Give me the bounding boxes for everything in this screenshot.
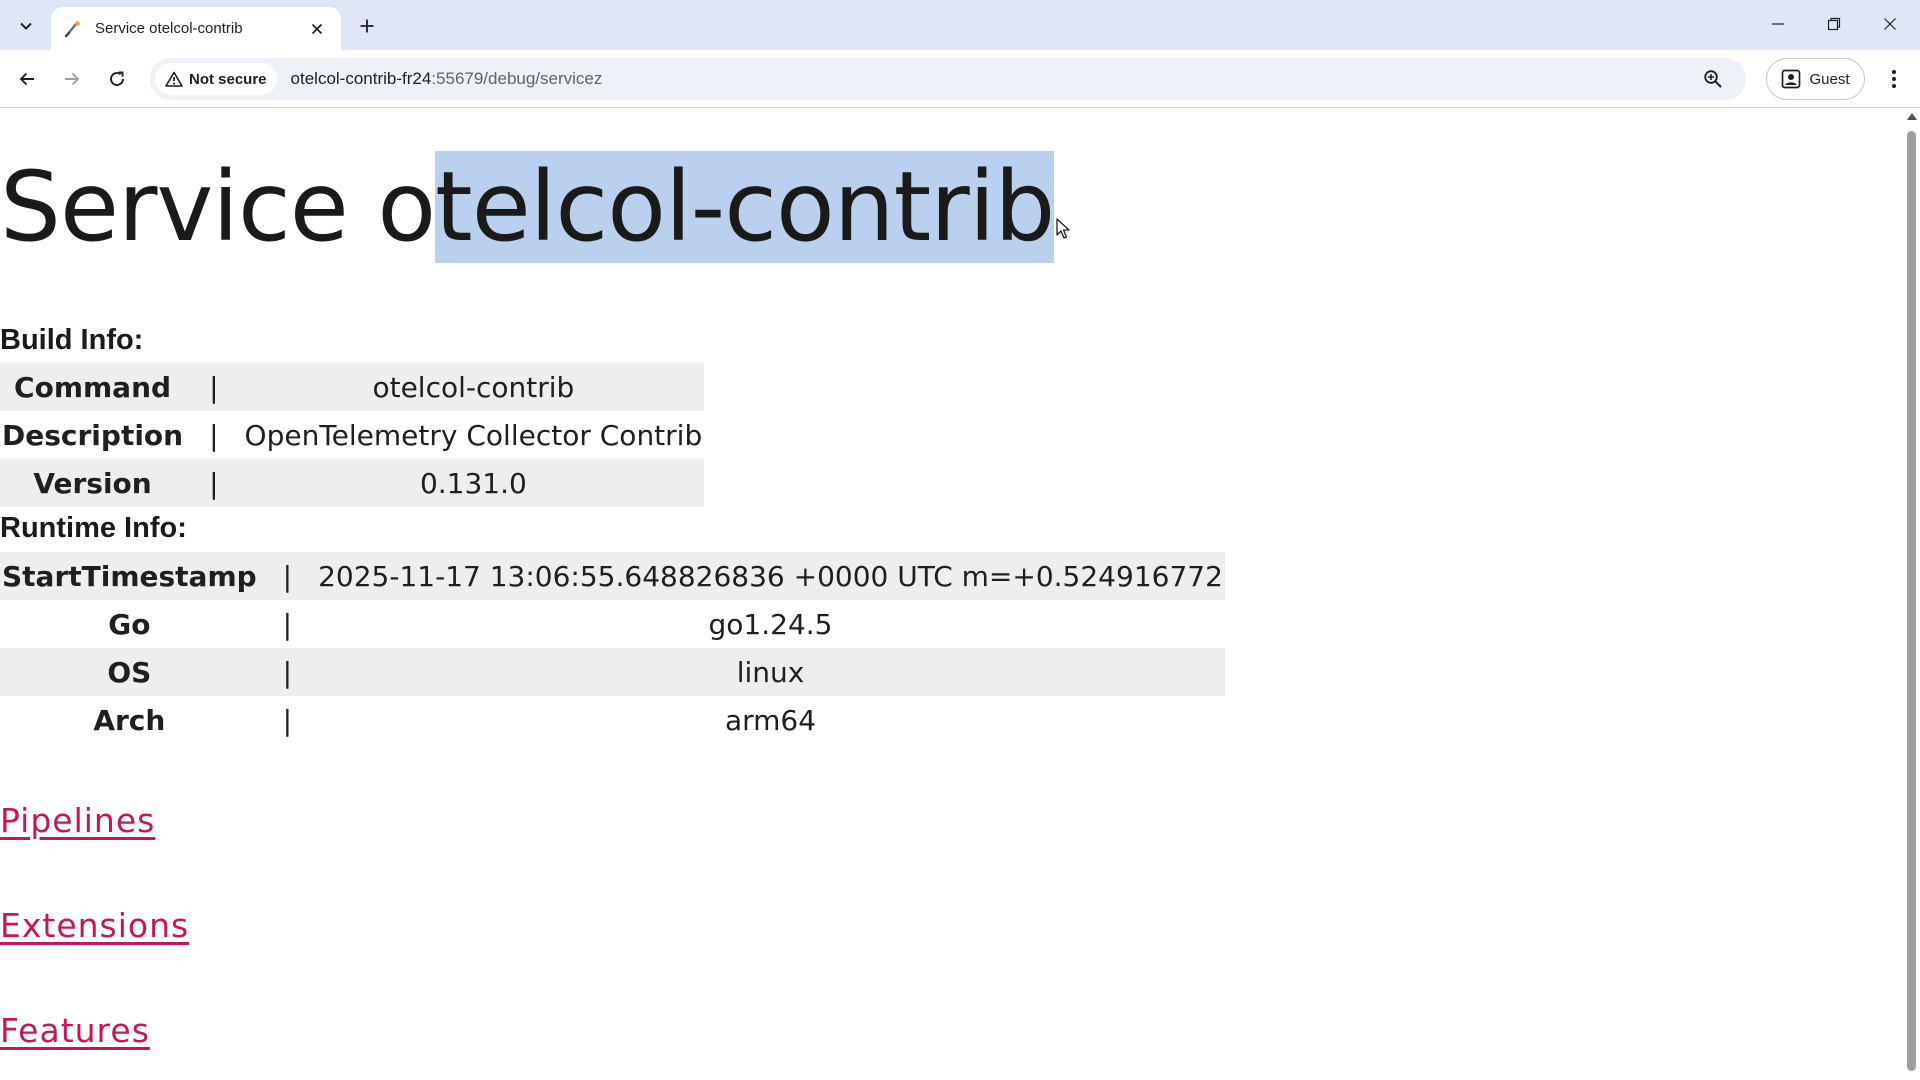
row-separator: |	[209, 418, 219, 452]
table-row: Command | otelcol-contrib	[0, 363, 705, 411]
row-key: Command	[0, 363, 186, 411]
browser-tab[interactable]: Service otelcol-contrib	[51, 7, 341, 50]
forward-button[interactable]	[54, 61, 90, 97]
extensions-link[interactable]: Extensions	[0, 906, 189, 945]
browser-menu-button[interactable]	[1876, 61, 1912, 97]
scroll-up-arrow-icon[interactable]	[1907, 113, 1917, 120]
mouse-cursor-icon	[1056, 218, 1070, 239]
table-row: Version | 0.131.0	[0, 459, 705, 507]
back-button[interactable]	[9, 61, 45, 97]
page-content: Service otelcol-contrib Build Info: Comm…	[0, 109, 1903, 1080]
runtime-info-table: StartTimestamp | 2025-11-17 13:06:55.648…	[0, 552, 1225, 744]
more-vertical-icon	[1892, 70, 1896, 88]
minimize-icon	[1772, 23, 1784, 25]
security-chip[interactable]: Not secure	[155, 63, 277, 95]
build-info-label: Build Info:	[0, 324, 144, 356]
tab-strip: Service otelcol-contrib	[0, 0, 1920, 50]
profile-button[interactable]: Guest	[1766, 58, 1865, 100]
minimize-button[interactable]	[1750, 0, 1806, 48]
table-row: StartTimestamp | 2025-11-17 13:06:55.648…	[0, 552, 1225, 600]
runtime-info-label: Runtime Info:	[0, 512, 187, 544]
chevron-down-icon	[20, 22, 32, 30]
row-value: go1.24.5	[708, 607, 833, 641]
tab-title: Service otelcol-contrib	[95, 20, 243, 37]
arrow-right-icon	[65, 72, 80, 86]
row-separator: |	[258, 648, 317, 696]
address-bar[interactable]: Not secure otelcol-contrib-fr24:55679/de…	[150, 58, 1746, 100]
page-scrollbar[interactable]	[1903, 109, 1920, 1080]
row-value: 0.131.0	[242, 459, 705, 507]
page-title-prefix: Service o	[0, 151, 436, 263]
warning-icon	[165, 71, 183, 87]
restore-icon	[1827, 17, 1841, 31]
row-value: otelcol-contrib	[242, 363, 705, 411]
row-key: Go	[108, 607, 151, 641]
row-value: 2025-11-17 13:06:55.648826836 +0000 UTC …	[316, 552, 1225, 600]
row-separator: |	[282, 703, 293, 737]
row-key: OS	[0, 648, 259, 696]
arrow-left-icon	[19, 72, 34, 86]
close-icon	[1884, 18, 1896, 30]
row-key: Version	[0, 459, 186, 507]
row-value: linux	[316, 648, 1225, 696]
row-value: arm64	[724, 703, 817, 737]
url-host: otelcol-contrib-fr24	[290, 69, 432, 88]
close-icon	[311, 23, 323, 34]
profile-icon	[1782, 69, 1801, 89]
new-tab-button[interactable]	[351, 10, 383, 42]
plus-icon	[360, 19, 374, 33]
zoom-in-icon	[1704, 70, 1722, 88]
close-window-button[interactable]	[1862, 0, 1918, 48]
url-text[interactable]: otelcol-contrib-fr24:55679/debug/service…	[291, 69, 1696, 89]
table-row: OS | linux	[0, 648, 1225, 696]
row-separator: |	[185, 459, 243, 507]
row-key: Arch	[93, 703, 166, 737]
page-title-selected-text: telcol-contrib	[435, 151, 1055, 263]
url-path: :55679/debug/servicez	[431, 69, 603, 88]
table-row: Arch | arm64	[0, 696, 1225, 744]
features-link[interactable]: Features	[0, 1011, 150, 1050]
browser-toolbar: Not secure otelcol-contrib-fr24:55679/de…	[0, 50, 1920, 108]
pipelines-link[interactable]: Pipelines	[0, 801, 155, 840]
row-key: StartTimestamp	[0, 552, 259, 600]
zoom-button[interactable]	[1696, 62, 1730, 96]
tab-search-button[interactable]	[10, 10, 42, 42]
row-value: OpenTelemetry Collector Contrib	[244, 418, 703, 452]
scroll-thumb[interactable]	[1907, 131, 1916, 1071]
row-separator: |	[258, 552, 317, 600]
row-separator: |	[185, 363, 243, 411]
page-title: Service otelcol-contrib	[0, 145, 1055, 270]
profile-label: Guest	[1809, 70, 1850, 88]
build-info-table: Command | otelcol-contrib Description | …	[0, 363, 705, 507]
reload-button[interactable]	[99, 61, 135, 97]
row-key: Description	[2, 418, 184, 452]
row-separator: |	[282, 607, 293, 641]
reload-icon	[110, 71, 124, 86]
table-row: Description | OpenTelemetry Collector Co…	[0, 411, 704, 459]
restore-button[interactable]	[1806, 0, 1862, 48]
security-label: Not secure	[189, 70, 267, 88]
table-row: Go | go1.24.5	[0, 600, 1225, 648]
tab-close-button[interactable]	[305, 17, 329, 41]
favicon-icon	[63, 19, 83, 39]
